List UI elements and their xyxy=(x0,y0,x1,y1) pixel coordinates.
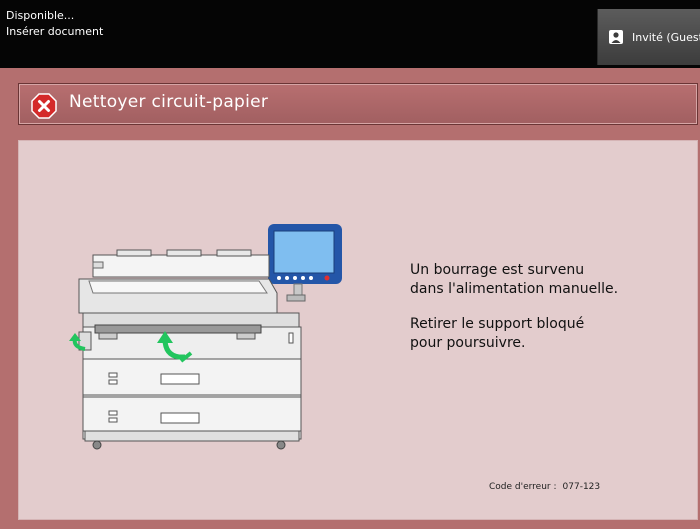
message1-line2: dans l'alimentation manuelle. xyxy=(410,281,619,297)
guest-user-icon xyxy=(609,30,623,44)
guest-user-button[interactable]: Invité (Guest xyxy=(597,9,700,65)
error-code: Code d'erreur : 077-123 xyxy=(489,482,606,492)
printer-illustration xyxy=(69,224,342,450)
message1-line1: Un bourrage est survenu xyxy=(410,262,585,278)
error-code-value: 077-123 xyxy=(562,482,601,492)
error-code-label: Code d'erreur : xyxy=(489,482,557,492)
message2-line1: Retirer le support bloqué xyxy=(410,316,585,332)
top-status-bar: Disponible... Insérer document Invité (G… xyxy=(0,0,700,68)
status-line-1: Disponible... xyxy=(6,9,75,22)
control-panel-icon xyxy=(268,224,342,302)
dialog-content-panel: Un bourrage est survenu dans l'alimentat… xyxy=(18,140,698,520)
message2-line2: pour poursuivre. xyxy=(410,335,526,351)
status-area: Disponible... Insérer document xyxy=(6,8,103,40)
dialog-title-bar: Nettoyer circuit-papier xyxy=(18,83,698,125)
error-x-icon xyxy=(31,93,57,119)
dialog-title: Nettoyer circuit-papier xyxy=(69,92,269,112)
status-line-2: Insérer document xyxy=(6,25,104,38)
guest-user-label: Invité (Guest xyxy=(632,30,700,44)
instruction-message: Un bourrage est survenu dans l'alimentat… xyxy=(410,261,618,369)
